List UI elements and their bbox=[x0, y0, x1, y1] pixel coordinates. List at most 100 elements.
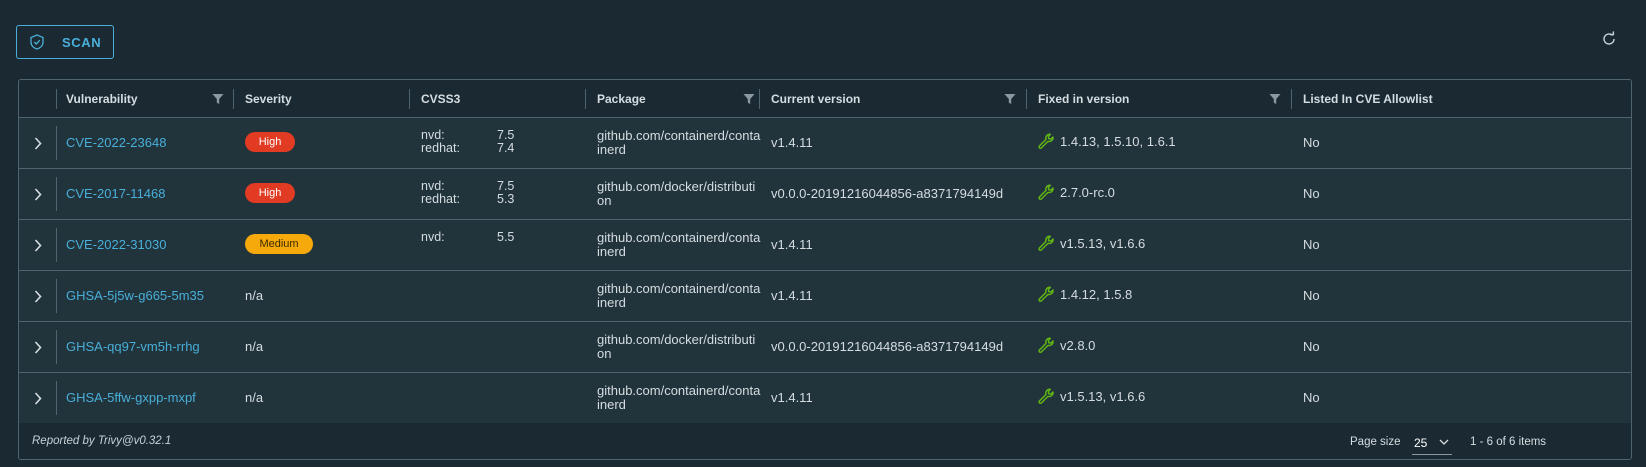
table-row: CVE-2022-31030 Medium nvd: 5.5 github.com/co… bbox=[19, 220, 1631, 271]
vulnerability-link[interactable]: GHSA-qq97-vm5h-rrhg bbox=[66, 339, 200, 354]
wrench-icon bbox=[1038, 133, 1054, 149]
page-size-value: 25 bbox=[1414, 436, 1428, 450]
scan-button-label: SCAN bbox=[62, 34, 102, 50]
vulnerability-link[interactable]: CVE-2022-31030 bbox=[66, 237, 166, 252]
table-row: GHSA-5j5w-g665-5m35 n/a github.com/contain… bbox=[19, 271, 1631, 322]
current-version: v1.4.11 bbox=[771, 237, 813, 252]
row-separator bbox=[56, 330, 57, 364]
cvss-source: nvd: bbox=[421, 230, 445, 244]
row-separator bbox=[56, 279, 57, 313]
current-version: v1.4.11 bbox=[771, 135, 813, 150]
cvss-score: 7.4 bbox=[497, 141, 515, 155]
cvss-scores: nvd: 7.5 redhat: 5.3 bbox=[421, 180, 514, 206]
wrench-icon bbox=[1038, 184, 1054, 200]
grid-footer: Reported by Trivy@v0.32.1 Page size 25 1… bbox=[19, 423, 1631, 459]
package-name: github.com/containerd/containerd bbox=[597, 230, 761, 259]
chevron-right-icon bbox=[34, 289, 42, 303]
allowlist-status: No bbox=[1303, 288, 1320, 303]
package-name: github.com/containerd/containerd bbox=[597, 128, 761, 157]
severity-badge: High bbox=[245, 183, 295, 203]
header-separator bbox=[56, 89, 57, 109]
row-expand-button[interactable] bbox=[19, 271, 56, 321]
page-size-select[interactable]: 25 bbox=[1412, 432, 1452, 455]
cvss-source: redhat: bbox=[421, 141, 460, 155]
filter-icon[interactable] bbox=[212, 93, 224, 105]
package-name: github.com/containerd/containerd bbox=[597, 281, 761, 310]
table-row: CVE-2022-23648 High nvd: 7.5 redhat: 7.4 githu… bbox=[19, 118, 1631, 169]
severity-text: n/a bbox=[245, 288, 264, 303]
severity-text: n/a bbox=[245, 390, 264, 405]
vulnerability-link[interactable]: CVE-2022-23648 bbox=[66, 135, 166, 150]
cvss-scores: nvd: 7.5 redhat: 7.4 bbox=[421, 129, 514, 155]
refresh-icon bbox=[1603, 31, 1615, 45]
cvss-line: nvd: 5.5 bbox=[421, 231, 514, 244]
vulnerability-link[interactable]: CVE-2017-11468 bbox=[66, 186, 166, 201]
cvss-score: 5.5 bbox=[497, 230, 515, 244]
cvss-score: 5.3 bbox=[497, 192, 515, 206]
shield-check-icon bbox=[30, 34, 44, 50]
severity-badge: Medium bbox=[245, 234, 313, 254]
header-separator bbox=[1291, 89, 1292, 109]
wrench-icon bbox=[1038, 388, 1054, 404]
header-separator bbox=[409, 89, 410, 109]
filter-icon[interactable] bbox=[1004, 93, 1016, 105]
fixed-version-text: 1.4.12, 1.5.8 bbox=[1060, 286, 1133, 302]
fixed-version: v1.5.13, v1.6.6 bbox=[1038, 388, 1145, 404]
allowlist-status: No bbox=[1303, 186, 1320, 201]
column-header[interactable]: Current version bbox=[771, 80, 860, 117]
current-version: v0.0.0-20191216044856-a8371794149d bbox=[771, 186, 1004, 201]
cvss-scores: nvd: 5.5 bbox=[421, 231, 514, 244]
column-header[interactable]: Fixed in version bbox=[1038, 80, 1129, 117]
column-header[interactable]: CVSS3 bbox=[421, 80, 460, 117]
refresh-button[interactable] bbox=[1598, 28, 1620, 50]
filter-icon[interactable] bbox=[1269, 93, 1281, 105]
vulnerability-link[interactable]: GHSA-5j5w-g665-5m35 bbox=[66, 288, 204, 303]
allowlist-status: No bbox=[1303, 390, 1320, 405]
package-name: github.com/docker/distribution bbox=[597, 332, 756, 361]
current-version: v1.4.11 bbox=[771, 390, 813, 405]
fixed-version-text: v1.5.13, v1.6.6 bbox=[1060, 235, 1146, 251]
fixed-version: v1.5.13, v1.6.6 bbox=[1038, 235, 1145, 251]
table-row: CVE-2017-11468 High nvd: 7.5 redhat: 5.3 githu… bbox=[19, 169, 1631, 220]
severity-badge: High bbox=[245, 132, 295, 152]
vulnerability-datagrid: Vulnerability Severity CVSS3 Package Current… bbox=[18, 79, 1632, 460]
column-header[interactable]: Listed In CVE Allowlist bbox=[1303, 80, 1433, 117]
package-name: github.com/docker/distribution bbox=[597, 179, 756, 208]
cvss-line: redhat: 5.3 bbox=[421, 193, 514, 206]
column-header[interactable]: Vulnerability bbox=[66, 80, 138, 117]
column-header[interactable]: Package bbox=[597, 80, 646, 117]
package-name: github.com/containerd/containerd bbox=[597, 383, 761, 412]
fixed-version-text: 2.7.0-rc.0 bbox=[1060, 184, 1115, 200]
column-header[interactable]: Severity bbox=[245, 80, 292, 117]
header-separator bbox=[1026, 89, 1027, 109]
fixed-version-text: v1.5.13, v1.6.6 bbox=[1060, 388, 1146, 404]
reported-by-text: Reported by Trivy@v0.32.1 bbox=[32, 435, 172, 447]
row-expand-button[interactable] bbox=[19, 220, 56, 270]
current-version: v1.4.11 bbox=[771, 288, 813, 303]
row-expand-button[interactable] bbox=[19, 322, 56, 372]
fixed-version: 1.4.13, 1.5.10, 1.6.1 bbox=[1038, 133, 1176, 149]
row-separator bbox=[56, 228, 57, 262]
row-expand-button[interactable] bbox=[19, 118, 56, 168]
severity-text: n/a bbox=[245, 339, 264, 354]
scan-button[interactable]: SCAN bbox=[16, 25, 114, 59]
fixed-version: 1.4.12, 1.5.8 bbox=[1038, 286, 1132, 302]
chevron-right-icon bbox=[34, 340, 42, 354]
row-separator bbox=[56, 177, 57, 211]
cvss-source: redhat: bbox=[421, 192, 460, 206]
row-expand-button[interactable] bbox=[19, 169, 56, 219]
item-count: 1 - 6 of 6 items bbox=[1470, 436, 1547, 448]
header-separator bbox=[233, 89, 234, 109]
allowlist-status: No bbox=[1303, 339, 1320, 354]
header-separator bbox=[585, 89, 586, 109]
row-expand-button[interactable] bbox=[19, 373, 56, 423]
chevron-right-icon bbox=[34, 238, 42, 252]
fixed-version: 2.7.0-rc.0 bbox=[1038, 184, 1115, 200]
allowlist-status: No bbox=[1303, 135, 1320, 150]
row-separator bbox=[56, 381, 57, 415]
fixed-version-text: v2.8.0 bbox=[1060, 337, 1096, 353]
filter-icon[interactable] bbox=[743, 93, 755, 105]
table-row: GHSA-qq97-vm5h-rrhg n/a github.com/docker/… bbox=[19, 322, 1631, 373]
vulnerability-link[interactable]: GHSA-5ffw-gxpp-mxpf bbox=[66, 390, 196, 405]
grid-body: CVE-2022-23648 High nvd: 7.5 redhat: 7.4 githu… bbox=[19, 118, 1631, 424]
